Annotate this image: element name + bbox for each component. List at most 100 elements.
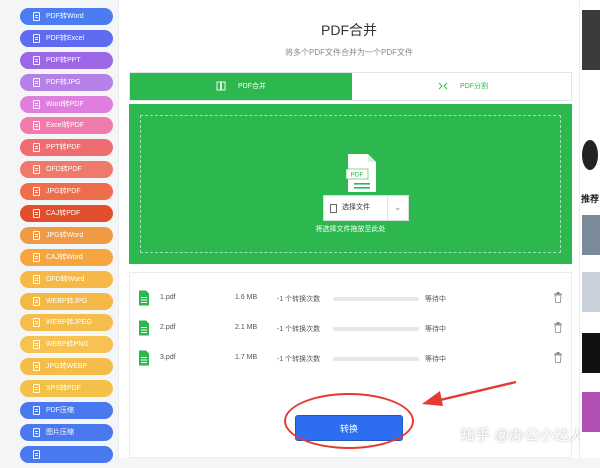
sidebar-item[interactable]: PPT转PDF [20, 139, 113, 157]
progress-bar [333, 357, 419, 361]
document-icon [33, 187, 40, 197]
sidebar-item-label: OFD转PDF [46, 166, 82, 174]
sidebar-item[interactable] [20, 445, 113, 463]
sidebar-item[interactable]: PDF转PPT [20, 51, 113, 69]
trash-icon[interactable] [553, 352, 563, 363]
document-icon [33, 318, 40, 328]
sidebar-item-label: WEBP转JPEG [46, 319, 92, 327]
avatar[interactable] [582, 140, 598, 170]
file-size: 1.7 MB [235, 354, 258, 361]
sidebar-item[interactable]: PDF转JPG [20, 73, 113, 91]
pdf-file-icon: PDF [346, 154, 376, 192]
document-icon [33, 427, 40, 437]
sidebar-item[interactable]: PDF转Word [20, 8, 113, 25]
sidebar-item[interactable]: PDF转Excel [20, 29, 113, 47]
page-subtitle: 将多个PDF文件合并为一个PDF文件 [285, 48, 413, 57]
split-icon [438, 82, 448, 90]
document-icon [33, 340, 40, 350]
sidebar-item-label: WEBP转PNG [46, 341, 89, 349]
tab-pdf-split[interactable]: PDF分割 [352, 73, 571, 100]
document-icon [33, 252, 40, 262]
sidebar-item-label: XPS转PDF [46, 385, 82, 393]
sidebar-item-label: CAJ转Word [46, 253, 83, 261]
right-panel: 推荐 [580, 0, 600, 458]
tab-label: PDF分割 [460, 83, 488, 90]
trash-icon[interactable] [553, 292, 563, 303]
file-status: 等待中 [425, 356, 446, 363]
sidebar-item[interactable]: CAJ转PDF [20, 205, 113, 223]
annotation-ring [284, 393, 414, 449]
sidebar: PDF转Word PDF转Excel PDF转PPT PDF转JPG Word转PDF E… [20, 8, 113, 468]
sidebar-item[interactable]: OFD转Word [20, 270, 113, 288]
drop-hint: 将选择文件拖放至此处 [315, 226, 386, 233]
file-row: 1.pdf 1.6 MB -1 个转换次数 等待中 [130, 287, 571, 311]
sidebar-item[interactable]: XPS转PDF [20, 380, 113, 398]
sidebar-item-label: PDF转JPG [46, 78, 81, 86]
document-icon [33, 384, 40, 394]
sidebar-item[interactable]: OFD转PDF [20, 161, 113, 179]
conversion-count: -1 个转换次数 [277, 356, 321, 363]
sidebar-item[interactable]: Word转PDF [20, 95, 113, 113]
conversion-count: -1 个转换次数 [277, 326, 321, 333]
tab-pdf-merge[interactable]: PDF合并 [130, 73, 352, 100]
document-icon [33, 296, 40, 306]
sidebar-item-label: CAJ转PDF [46, 210, 81, 218]
file-status: 等待中 [425, 326, 446, 333]
thumbnail[interactable] [582, 10, 600, 70]
document-icon [33, 209, 40, 219]
file-row: 3.pdf 1.7 MB -1 个转换次数 等待中 [130, 347, 571, 371]
sidebar-item-label: JPG转Word [46, 231, 84, 239]
merge-icon [216, 81, 226, 91]
sidebar-item[interactable]: WEBP转JPEG [20, 314, 113, 332]
thumbnail[interactable] [582, 333, 600, 373]
sidebar-item-label: Word转PDF [46, 100, 84, 108]
document-icon [33, 362, 40, 372]
document-icon [33, 406, 40, 416]
recommend-heading: 推荐 [581, 194, 600, 204]
sidebar-item[interactable]: JPG转WEBP [20, 358, 113, 376]
conversion-count: -1 个转换次数 [277, 296, 321, 303]
watermark: 知乎 @办公小达人 [460, 427, 585, 444]
document-icon [33, 230, 40, 240]
document-icon [33, 121, 40, 131]
document-icon [33, 274, 40, 284]
tool-tabs: PDF合并 PDF分割 [129, 72, 572, 101]
sidebar-item[interactable]: JPG转Word [20, 226, 113, 244]
file-name: 3.pdf [160, 354, 176, 361]
file-name: 1.pdf [160, 294, 176, 301]
file-row: 2.pdf 2.1 MB -1 个转换次数 等待中 [130, 317, 571, 341]
sidebar-item[interactable]: JPG转PDF [20, 183, 113, 201]
sidebar-item[interactable]: CAJ转Word [20, 248, 113, 266]
file-status: 等待中 [425, 296, 446, 303]
pdf-file-icon [139, 290, 149, 306]
sidebar-item-label: PDF压缩 [46, 407, 74, 415]
document-icon [33, 449, 40, 459]
thumbnail[interactable] [582, 272, 600, 312]
drop-zone-border: PDF 选择文件 ⌄ 将选择文件拖放至此处 [140, 115, 561, 253]
thumbnail[interactable] [582, 392, 600, 432]
document-icon [33, 165, 40, 175]
sidebar-item-label: 图片压缩 [46, 428, 74, 436]
select-file-button[interactable]: 选择文件 ⌄ [323, 195, 409, 221]
thumbnail[interactable] [582, 215, 600, 255]
sidebar-item[interactable]: Excel转PDF [20, 117, 113, 135]
document-icon [33, 99, 40, 109]
pdf-file-icon [139, 350, 149, 366]
sidebar-item-label: PPT转PDF [46, 144, 81, 152]
file-name: 2.pdf [160, 324, 176, 331]
tab-label: PDF合并 [238, 83, 266, 90]
pdf-icon-text: PDF [351, 172, 364, 179]
document-icon [33, 77, 40, 87]
sidebar-item[interactable]: WEBP转PNG [20, 336, 113, 354]
file-size: 2.1 MB [235, 324, 258, 331]
sidebar-item[interactable]: WEBP转JPG [20, 292, 113, 310]
sidebar-item-label: JPG转PDF [46, 188, 81, 196]
sidebar-item-label: JPG转WEBP [46, 363, 88, 371]
sidebar-item[interactable]: 图片压缩 [20, 423, 113, 441]
sidebar-item-label: Excel转PDF [46, 122, 85, 130]
drop-zone[interactable]: PDF 选择文件 ⌄ 将选择文件拖放至此处 [129, 104, 572, 264]
progress-bar [333, 297, 419, 301]
sidebar-item[interactable]: PDF压缩 [20, 402, 113, 420]
chevron-down-icon[interactable]: ⌄ [394, 202, 402, 213]
trash-icon[interactable] [553, 322, 563, 333]
